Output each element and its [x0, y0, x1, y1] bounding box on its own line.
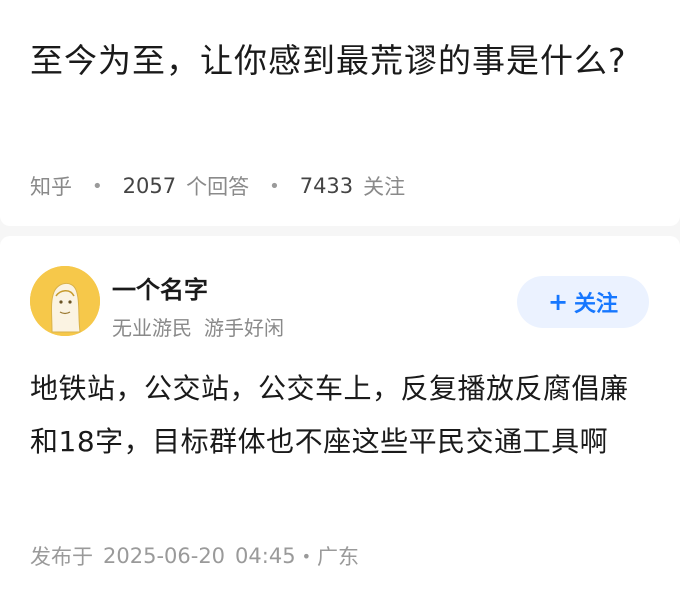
avatar-illustration-icon: [30, 266, 100, 336]
author-bio: 无业游民 游手好闲: [112, 312, 284, 341]
question-meta: 知乎 • 2057 个回答 • 7433 关注: [30, 170, 405, 202]
answers-count: 2057: [122, 174, 177, 198]
author-tag: 无业游民: [112, 316, 192, 340]
published-date: 2025-06-20: [103, 544, 226, 568]
meta-separator: •: [92, 175, 103, 197]
plus-icon: +: [547, 288, 569, 316]
author-tag: 游手好闲: [204, 316, 284, 340]
follow-label: 关注: [574, 292, 619, 317]
question-title[interactable]: 至今为至，让你感到最荒谬的事是什么?: [30, 32, 650, 90]
follow-button[interactable]: + 关注: [517, 276, 649, 328]
source-label[interactable]: 知乎: [30, 171, 72, 201]
published-time: 04:45: [235, 544, 296, 568]
answer-card: 一个名字 无业游民 游手好闲 + 关注 地铁站，公交站，公交车上，反复播放反腐倡…: [0, 236, 680, 606]
answer-content[interactable]: 地铁站，公交站，公交车上，反复播放反腐倡廉和18字，目标群体也不座这些平民交通工…: [30, 362, 655, 468]
answer-footer: 发布于 2025-06-20 04:45 • 广东: [30, 541, 359, 571]
avatar[interactable]: [30, 266, 100, 336]
published-label: 发布于: [30, 545, 93, 569]
author-name[interactable]: 一个名字: [112, 270, 208, 305]
answers-label: 个回答: [186, 175, 250, 199]
footer-separator: •: [301, 546, 312, 566]
location-label: 广东: [317, 545, 360, 569]
followers-count: 7433: [299, 174, 354, 198]
question-card: 至今为至，让你感到最荒谬的事是什么? 知乎 • 2057 个回答 • 7433 …: [0, 0, 680, 226]
meta-separator: •: [269, 175, 280, 197]
followers-label: 关注: [363, 175, 406, 199]
